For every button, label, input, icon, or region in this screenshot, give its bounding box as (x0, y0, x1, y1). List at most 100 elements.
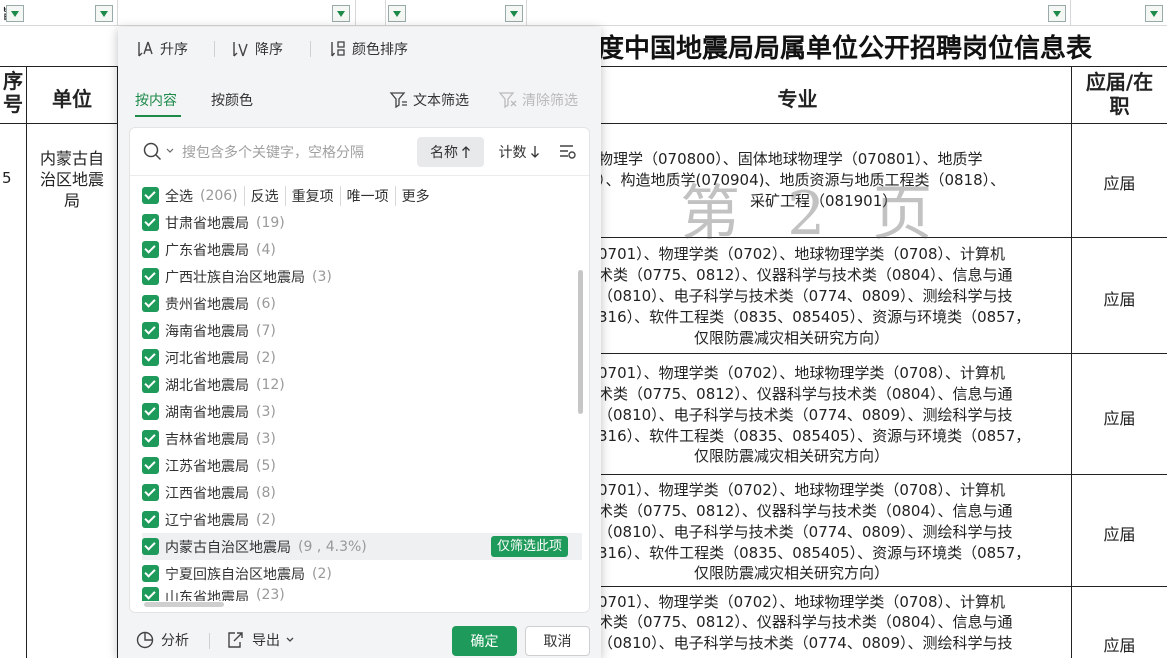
analysis-label: 分析 (161, 633, 189, 649)
list-item-hovered[interactable]: 内蒙古自治区地震局 (9 , 4.3%) 仅筛选此项 (142, 533, 582, 560)
search-icon[interactable] (143, 142, 177, 162)
sort-asc-button[interactable]: 升序 (136, 39, 188, 59)
checkbox[interactable] (142, 268, 159, 285)
list-item[interactable]: 江西省地震局 (8) (142, 479, 582, 506)
item-label: 广东省地震局 (165, 242, 249, 259)
item-label: 内蒙古自治区地震局 (165, 539, 291, 556)
checkbox[interactable] (142, 484, 159, 501)
major-line: 术类（0775、0812）、仪器科学与技术类（0804）、信息与通 (598, 385, 1013, 403)
list-item[interactable]: 湖北省地震局 (12) (142, 371, 582, 398)
list-item[interactable]: 广东省地震局 (4) (142, 236, 582, 263)
item-label: 甘肃省地震局 (165, 215, 249, 232)
filter-dropdown-button[interactable] (1145, 5, 1163, 22)
cell-status: 应届 (1103, 290, 1136, 309)
clear-filter-button[interactable]: 清除筛选 (498, 90, 578, 110)
filter-cell (118, 0, 356, 26)
list-item[interactable]: 山东省地震局 (23) (142, 587, 582, 601)
major-line: 316）、软件工程类（0835、085405）、资源与环境类（0857， (598, 308, 1031, 326)
sort-desc-button[interactable]: 降序 (231, 39, 283, 59)
item-count: (3) (256, 403, 276, 420)
search-input[interactable] (180, 141, 400, 165)
unique-button[interactable]: 唯一项 (339, 185, 395, 206)
list-item[interactable]: 辽宁省地震局 (2) (142, 506, 582, 533)
checkbox[interactable] (142, 538, 159, 555)
divider (209, 633, 210, 649)
sort-by-count-button[interactable]: 计数 (494, 137, 544, 167)
arrow-up-icon (461, 145, 471, 159)
chevron-down-icon (286, 637, 294, 643)
item-label: 江苏省地震局 (165, 458, 249, 475)
analysis-button[interactable]: 分析 (135, 630, 189, 650)
filter-dropdown-button[interactable] (388, 5, 406, 22)
checkbox[interactable] (142, 457, 159, 474)
list-item[interactable]: 江苏省地震局 (5) (142, 452, 582, 479)
ok-button[interactable]: 确定 (452, 626, 517, 656)
item-label: 湖南省地震局 (165, 404, 249, 421)
checkbox[interactable] (142, 587, 159, 601)
filter-dropdown-button[interactable] (505, 5, 523, 22)
list-item[interactable]: 海南省地震局 (7) (142, 317, 582, 344)
checkbox[interactable] (142, 295, 159, 312)
filter-cell (1071, 0, 1167, 26)
select-all-count: (206) (200, 187, 238, 204)
text-filter-button[interactable]: 文本筛选 (389, 90, 469, 110)
item-count: (2) (312, 565, 332, 582)
select-all-row[interactable]: 全选 (206) 反选 重复项 唯一项 更多 (142, 182, 582, 209)
tab-by-color[interactable]: 按颜色 (211, 90, 253, 110)
export-button[interactable]: 导出 (226, 630, 294, 650)
filter-panel: 升序 降序 颜色排序 按内容 按颜色 文本筛选 清除筛选 搜包含多个关键字，空格… (118, 27, 601, 658)
select-all-label: 全选 (165, 188, 193, 205)
checkbox[interactable] (142, 322, 159, 339)
sheet-title: 度中国地震局局属单位公开招聘岗位信息表 (598, 34, 1093, 64)
checkbox[interactable] (142, 241, 159, 258)
list-item[interactable]: 甘肃省地震局 (19) (142, 209, 582, 236)
item-label: 吉林省地震局 (165, 431, 249, 448)
checkbox[interactable] (142, 511, 159, 528)
item-label: 广西壮族自治区地震局 (165, 269, 305, 286)
list-item[interactable]: 广西壮族自治区地震局 (3) (142, 263, 582, 290)
filter-dropdown-button[interactable] (6, 5, 24, 22)
list-item[interactable]: 贵州省地震局 (6) (142, 290, 582, 317)
invert-selection-button[interactable]: 反选 (243, 185, 285, 206)
checkbox[interactable] (142, 349, 159, 366)
filter-dropdown-button[interactable] (1048, 5, 1066, 22)
header-unit: 单位 (52, 87, 92, 111)
item-count: (23) (256, 587, 285, 601)
tab-by-content[interactable]: 按内容 (135, 90, 177, 110)
sort-color-button[interactable]: 颜色排序 (328, 39, 408, 59)
sort-by-name-button[interactable]: 名称 (417, 137, 484, 167)
list-settings-icon[interactable] (558, 142, 578, 162)
export-label: 导出 (252, 633, 280, 649)
checkbox[interactable] (142, 187, 159, 204)
checkbox[interactable] (142, 565, 159, 582)
list-item[interactable]: 吉林省地震局 (3) (142, 425, 582, 452)
item-count: (3) (312, 268, 332, 285)
item-count: (19) (256, 214, 285, 231)
filter-only-this-button[interactable]: 仅筛选此项 (490, 536, 568, 557)
sort-by-count-label: 计数 (498, 145, 527, 161)
more-button[interactable]: 更多 (394, 185, 436, 206)
clear-filter-icon (498, 91, 518, 109)
sort-asc-icon (136, 40, 156, 58)
list-item[interactable]: 湖南省地震局 (3) (142, 398, 582, 425)
filter-dropdown-button[interactable] (95, 5, 113, 22)
sort-color-icon (328, 40, 348, 58)
checkbox[interactable] (142, 214, 159, 231)
page-watermark: 第 2 页 (680, 179, 947, 249)
cell-unit: 内蒙古自治区地震局 (39, 149, 104, 210)
checkbox[interactable] (142, 403, 159, 420)
clear-filter-label: 清除筛选 (522, 93, 578, 109)
item-label: 湖北省地震局 (165, 377, 249, 394)
cancel-button[interactable]: 取消 (525, 626, 590, 656)
list-item[interactable]: 河北省地震局 (2) (142, 344, 582, 371)
duplicates-button[interactable]: 重复项 (284, 185, 340, 206)
vertical-scrollbar[interactable] (578, 270, 583, 414)
list-item[interactable]: 宁夏回族自治区地震局 (2) (142, 560, 582, 587)
filter-dropdown-button[interactable] (332, 5, 350, 22)
horizontal-scrollbar[interactable] (144, 602, 224, 607)
checkbox[interactable] (142, 430, 159, 447)
item-label: 辽宁省地震局 (165, 512, 249, 529)
grid-line (600, 353, 1167, 354)
cell-status: 应届 (1103, 636, 1136, 655)
checkbox[interactable] (142, 376, 159, 393)
